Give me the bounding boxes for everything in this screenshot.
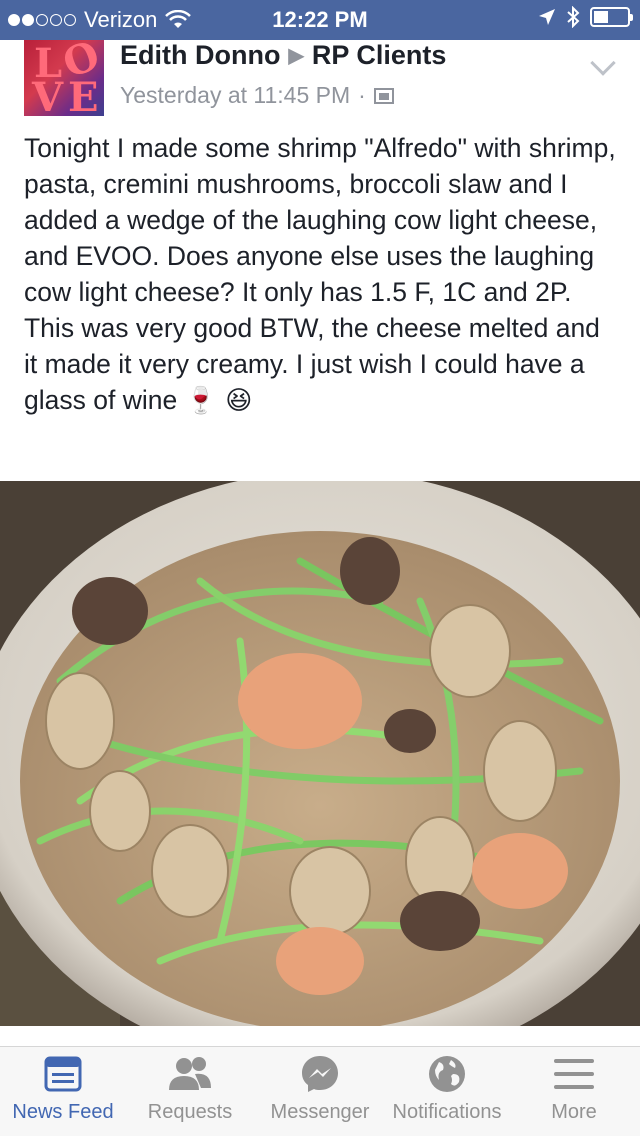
- messenger-icon: [302, 1056, 338, 1092]
- post-text: Tonight I made some shrimp "Alfredo" wit…: [24, 130, 620, 419]
- tab-label: Notifications: [392, 1101, 502, 1123]
- food-photo: [0, 481, 640, 1026]
- tab-requests[interactable]: Requests: [126, 1047, 254, 1137]
- post-body: Tonight I made some shrimp "Alfredo" wit…: [24, 133, 616, 415]
- post-photo[interactable]: [0, 481, 640, 1026]
- chevron-down-icon[interactable]: [590, 50, 616, 76]
- battery-icon: [590, 7, 633, 27]
- globe-icon: [429, 1056, 465, 1092]
- post-meta: Yesterday at 11:45 PM ·: [120, 82, 394, 109]
- tab-label: More: [551, 1101, 597, 1123]
- post-timestamp[interactable]: Yesterday at 11:45 PM: [120, 82, 350, 109]
- friend-requests-icon: [169, 1057, 211, 1090]
- group-audience-icon: [373, 87, 394, 104]
- tab-news-feed[interactable]: News Feed: [0, 1047, 126, 1137]
- group-name[interactable]: RP Clients: [312, 40, 447, 71]
- tab-notifications[interactable]: Notifications: [386, 1047, 508, 1137]
- bluetooth-icon: [567, 6, 580, 28]
- tab-bar: News Feed Requests Messenger Notificatio…: [0, 1046, 640, 1136]
- tab-label: Requests: [147, 1101, 233, 1123]
- post-author-line: Edith Donno ▶ RP Clients: [120, 40, 446, 71]
- menu-icon: [554, 1059, 594, 1089]
- tab-more[interactable]: More: [508, 1047, 640, 1137]
- status-bar: Verizon 12:22 PM: [0, 0, 640, 40]
- tab-messenger[interactable]: Messenger: [254, 1047, 386, 1137]
- triangle-right-icon: ▶: [288, 45, 304, 67]
- tab-label: Messenger: [270, 1101, 370, 1123]
- news-feed-icon: [44, 1056, 82, 1092]
- tab-label: News Feed: [12, 1101, 114, 1123]
- post-header: L O V E Edith Donno ▶ RP Clients Yesterd…: [0, 40, 640, 120]
- location-arrow-icon: [539, 9, 555, 25]
- meta-separator: ·: [358, 82, 366, 108]
- author-name[interactable]: Edith Donno: [120, 40, 280, 71]
- post-emoji: 🍷 😆: [184, 386, 253, 416]
- avatar[interactable]: L O V E: [24, 40, 104, 116]
